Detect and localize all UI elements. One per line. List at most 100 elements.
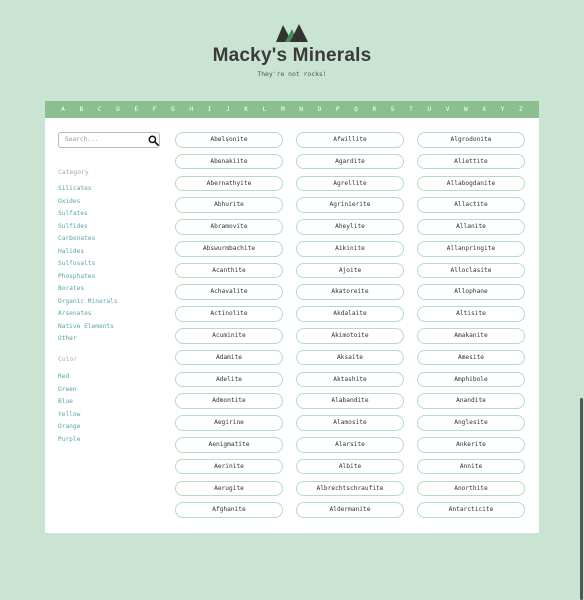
mineral-button[interactable]: Alamosite xyxy=(296,415,404,431)
mineral-button[interactable]: Aenigmatite xyxy=(175,436,283,453)
mineral-button[interactable]: Allophane xyxy=(417,284,525,301)
letter-link-f[interactable]: F xyxy=(149,106,161,113)
mineral-button[interactable]: Abswurmbachite xyxy=(175,240,283,257)
mineral-button[interactable]: Akdalaite xyxy=(296,306,404,322)
letter-link-e[interactable]: E xyxy=(130,106,142,113)
category-link[interactable]: Other xyxy=(58,333,118,346)
letter-link-y[interactable]: Y xyxy=(497,106,509,113)
mineral-button[interactable]: Amphibole xyxy=(417,371,525,388)
category-link[interactable]: Silicates xyxy=(58,183,118,196)
mineral-button[interactable]: Albrechtschraufite xyxy=(296,480,404,497)
letter-link-d[interactable]: D xyxy=(112,106,124,113)
letter-link-i[interactable]: I xyxy=(204,106,216,113)
mineral-button[interactable]: Aksaite xyxy=(296,349,404,366)
mineral-button[interactable]: Aikinite xyxy=(296,240,404,257)
letter-link-l[interactable]: L xyxy=(258,106,270,113)
mineral-button[interactable]: Acuminite xyxy=(175,328,283,344)
mineral-button[interactable]: Adelite xyxy=(175,371,283,388)
mineral-button[interactable]: Aliettite xyxy=(417,153,525,170)
mineral-button[interactable]: Alloclasite xyxy=(417,262,525,279)
mineral-button[interactable]: Anglesite xyxy=(417,415,525,431)
letter-link-k[interactable]: K xyxy=(240,106,252,113)
letter-link-c[interactable]: C xyxy=(94,106,106,113)
mineral-button[interactable]: Anorthite xyxy=(417,480,525,497)
mineral-button[interactable]: Alabandite xyxy=(296,393,404,409)
letter-link-q[interactable]: Q xyxy=(350,106,362,113)
category-link[interactable]: Phosphates xyxy=(58,271,118,284)
search-icon[interactable] xyxy=(148,135,159,146)
mineral-button[interactable]: Anandite xyxy=(417,393,525,409)
letter-link-w[interactable]: W xyxy=(460,106,472,113)
letter-link-p[interactable]: P xyxy=(332,106,344,113)
mineral-button[interactable]: Achavalite xyxy=(175,284,283,301)
category-link[interactable]: Carbonates xyxy=(58,233,118,246)
mineral-button[interactable]: Amesite xyxy=(417,349,525,366)
mineral-button[interactable]: Akatoreite xyxy=(296,284,404,301)
mineral-button[interactable]: Admontite xyxy=(175,393,283,409)
letter-link-r[interactable]: R xyxy=(368,106,380,113)
mineral-button[interactable]: Aktashite xyxy=(296,371,404,388)
letter-link-t[interactable]: T xyxy=(405,106,417,113)
mineral-button[interactable]: Adamite xyxy=(175,349,283,366)
mineral-button[interactable]: Albite xyxy=(296,458,404,475)
mineral-button[interactable]: Afghanite xyxy=(175,502,283,518)
mineral-button[interactable]: Abramovite xyxy=(175,219,283,235)
search-input[interactable]: Search... xyxy=(58,132,160,148)
mineral-button[interactable]: Annite xyxy=(417,458,525,475)
mineral-button[interactable]: Abhurite xyxy=(175,197,283,213)
category-link[interactable]: Sulfates xyxy=(58,208,118,221)
mineral-button[interactable]: Allanite xyxy=(417,219,525,235)
scrollbar-thumb[interactable] xyxy=(580,398,583,600)
mineral-button[interactable]: Ajoite xyxy=(296,262,404,279)
mineral-button[interactable]: Alarsite xyxy=(296,436,404,453)
letter-link-o[interactable]: O xyxy=(313,106,325,113)
mineral-button[interactable]: Abernathyite xyxy=(175,175,283,192)
mineral-button[interactable]: Aegirine xyxy=(175,415,283,431)
category-link[interactable]: Organic Minerals xyxy=(58,296,118,309)
mineral-button[interactable]: Ankerite xyxy=(417,436,525,453)
color-link[interactable]: Yellow xyxy=(58,409,80,422)
letter-link-u[interactable]: U xyxy=(423,106,435,113)
mineral-button[interactable]: Actinolite xyxy=(175,306,283,322)
letter-link-x[interactable]: X xyxy=(478,106,490,113)
mineral-button[interactable]: Aerugite xyxy=(175,480,283,497)
category-link[interactable]: Native Elements xyxy=(58,321,118,334)
category-link[interactable]: Sulfosalts xyxy=(58,258,118,271)
mineral-button[interactable]: Aldermanite xyxy=(296,502,404,518)
category-link[interactable]: Borates xyxy=(58,283,118,296)
mineral-button[interactable]: Akimotoite xyxy=(296,328,404,344)
letter-link-a[interactable]: A xyxy=(57,106,69,113)
letter-link-v[interactable]: V xyxy=(442,106,454,113)
letter-link-s[interactable]: S xyxy=(387,106,399,113)
letter-link-n[interactable]: N xyxy=(295,106,307,113)
mineral-button[interactable]: Altisite xyxy=(417,306,525,322)
mineral-button[interactable]: Agardite xyxy=(296,153,404,170)
mineral-button[interactable]: Abelsonite xyxy=(175,132,283,148)
letter-link-h[interactable]: H xyxy=(185,106,197,113)
mineral-button[interactable]: Abenakiite xyxy=(175,153,283,170)
mineral-button[interactable]: Algrodonite xyxy=(417,132,525,148)
category-link[interactable]: Arsenates xyxy=(58,308,118,321)
mineral-button[interactable]: Aheylite xyxy=(296,219,404,235)
letter-link-b[interactable]: B xyxy=(75,106,87,113)
mineral-button[interactable]: Antarcticite xyxy=(417,502,525,518)
category-link[interactable]: Halides xyxy=(58,246,118,259)
mineral-button[interactable]: Acanthite xyxy=(175,262,283,279)
category-link[interactable]: Sulfides xyxy=(58,221,118,234)
letter-link-m[interactable]: M xyxy=(277,106,289,113)
color-link[interactable]: Green xyxy=(58,384,80,397)
color-link[interactable]: Purple xyxy=(58,434,80,447)
mineral-button[interactable]: Allabogdanite xyxy=(417,175,525,192)
color-link[interactable]: Blue xyxy=(58,396,80,409)
mineral-button[interactable]: Agrinierite xyxy=(296,197,404,213)
category-link[interactable]: Oxides xyxy=(58,196,118,209)
letter-link-j[interactable]: J xyxy=(222,106,234,113)
color-link[interactable]: Red xyxy=(58,371,80,384)
mineral-button[interactable]: Allanpringite xyxy=(417,240,525,257)
letter-link-g[interactable]: G xyxy=(167,106,179,113)
mineral-button[interactable]: Allactite xyxy=(417,197,525,213)
color-link[interactable]: Orange xyxy=(58,421,80,434)
mineral-button[interactable]: Aerinite xyxy=(175,458,283,475)
mineral-button[interactable]: Amakanite xyxy=(417,328,525,344)
letter-link-z[interactable]: Z xyxy=(515,106,527,113)
